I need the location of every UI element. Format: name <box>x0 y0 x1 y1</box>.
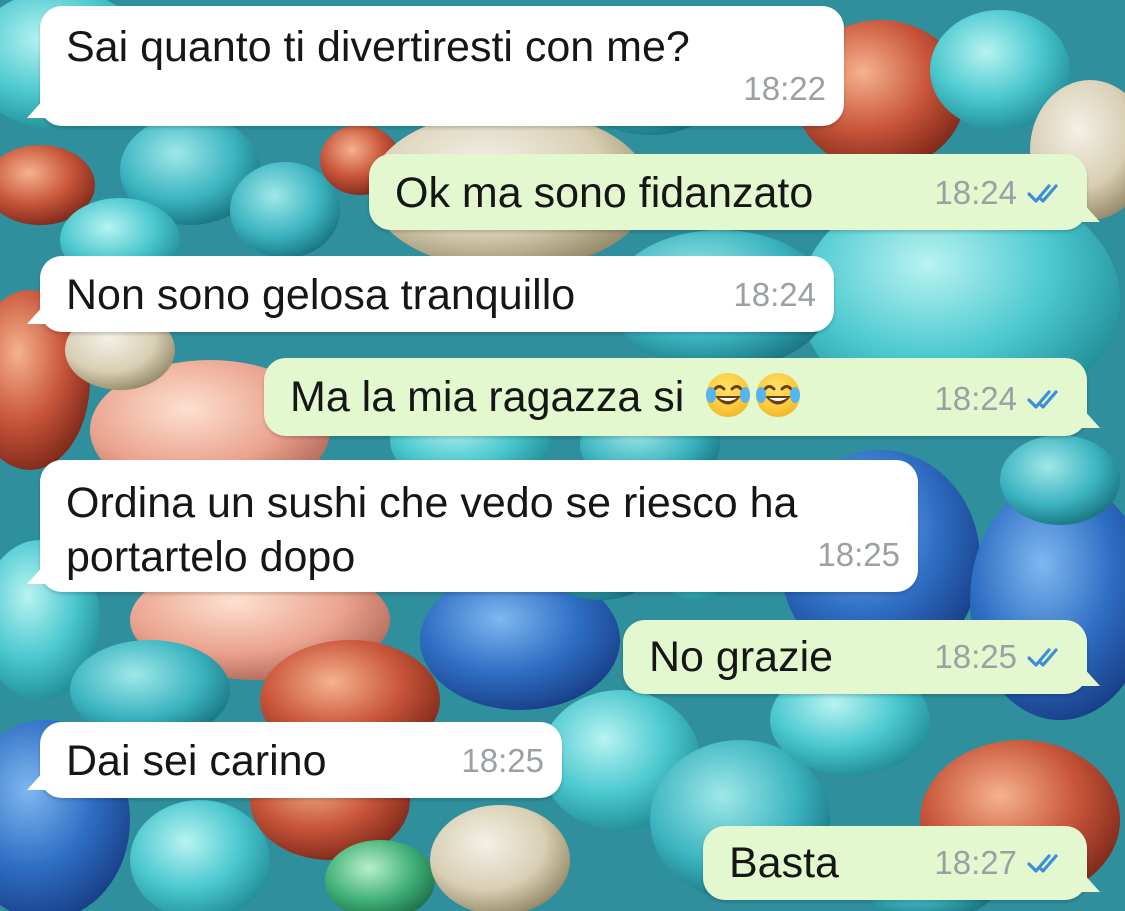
face-with-tears-of-joy-emoji <box>756 373 801 417</box>
message-time: 18:22 <box>743 70 826 107</box>
double-check-icon <box>1027 390 1058 409</box>
message-time: 18:25 <box>817 536 900 573</box>
message-bubble-incoming[interactable]: Ordina un sushi che vedo se riesco ha po… <box>27 460 918 592</box>
message-time: 18:24 <box>934 174 1017 211</box>
message-bubble-incoming[interactable]: Sai quanto ti divertiresti con me? 18:22 <box>27 6 844 126</box>
message-bubble-outgoing[interactable]: Basta 18:27 <box>703 826 1100 900</box>
double-check-icon <box>1027 854 1058 873</box>
message-bubble-incoming[interactable]: Non sono gelosa tranquillo 18:24 <box>27 256 834 332</box>
double-check-icon <box>1027 184 1058 203</box>
message-bubble-outgoing[interactable]: Ok ma sono fidanzato 18:24 <box>369 154 1100 230</box>
message-time: 18:25 <box>934 638 1017 675</box>
message-bubble-outgoing[interactable]: No grazie 18:25 <box>623 620 1100 694</box>
message-text: No grazie <box>649 633 834 681</box>
message-bubble-outgoing[interactable]: Ma la mia ragazza si 18:24 <box>264 358 1100 436</box>
message-text: Sai quanto ti divertiresti con me? <box>66 23 690 71</box>
message-time: 18:24 <box>733 276 816 313</box>
message-text-row: Ma la mia ragazza si <box>290 370 801 424</box>
message-bubble-incoming[interactable]: Dai sei carino 18:25 <box>27 722 562 798</box>
message-text: Ordina un sushi che vedo se riesco ha po… <box>66 479 798 581</box>
double-check-icon <box>1027 648 1058 667</box>
message-text: Dai sei carino <box>66 737 327 785</box>
face-with-tears-of-joy-emoji <box>706 373 751 417</box>
message-text: Non sono gelosa tranquillo <box>66 271 576 319</box>
message-text: Basta <box>729 839 839 887</box>
message-time: 18:27 <box>934 844 1017 881</box>
message-time: 18:25 <box>461 742 544 779</box>
message-time: 18:24 <box>934 380 1017 417</box>
message-text: Ma la mia ragazza si <box>290 373 685 421</box>
message-text: Ok ma sono fidanzato <box>395 169 814 217</box>
